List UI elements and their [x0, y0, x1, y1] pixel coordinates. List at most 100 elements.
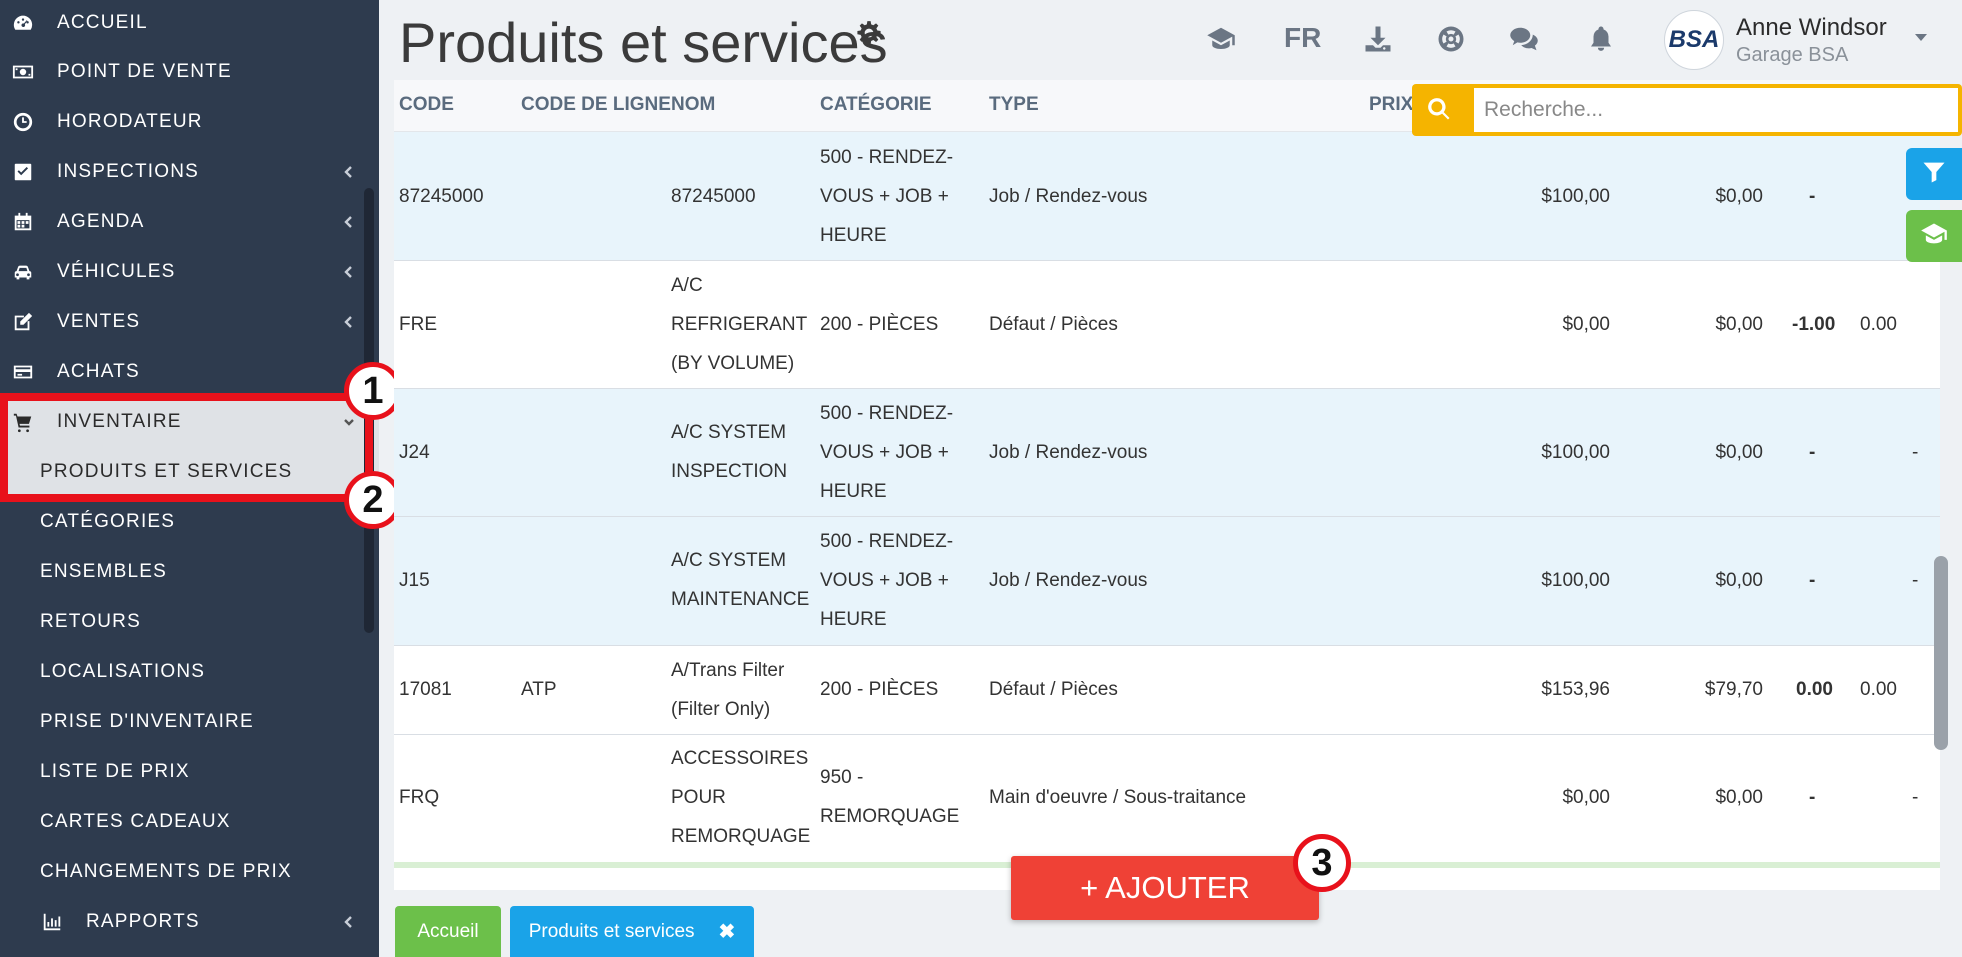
sidebar-subitem-localisations[interactable]: LOCALISATIONS	[0, 647, 379, 697]
calendar-icon	[11, 210, 35, 234]
cell-category-line: HEURE	[820, 609, 887, 630]
sidebar-item-vehicules[interactable]: VÉHICULES	[0, 247, 379, 297]
cell-extra: 0.00	[1860, 679, 1897, 700]
sidebar-item-label: INVENTAIRE	[57, 411, 182, 432]
sidebar-subitem-changements-de-prix[interactable]: CHANGEMENTS DE PRIX	[0, 847, 379, 897]
cell-code: J24	[399, 442, 430, 463]
sidebar-item-label: POINT DE VENTE	[57, 61, 232, 82]
sidebar-item-horodateur[interactable]: HORODATEUR	[0, 97, 379, 147]
sidebar-item-accueil[interactable]: ACCUEIL	[0, 0, 379, 48]
chevron-left-icon	[339, 912, 359, 932]
column-header-name[interactable]: NOM	[671, 94, 715, 116]
table-row[interactable]: FRE A/C REFRIGERANT (BY VOLUME) 200 - PI…	[394, 261, 1940, 389]
lifebuoy-icon[interactable]	[1434, 22, 1468, 56]
sidebar-item-inspections[interactable]: INSPECTIONS	[0, 147, 379, 197]
cell-cost: $0,00	[1715, 787, 1763, 808]
table-row[interactable]: 87245000 87245000 500 - RENDEZ- VOUS + J…	[394, 132, 1940, 261]
cell-name: 87245000	[671, 186, 756, 207]
caret-down-icon[interactable]	[1912, 28, 1930, 46]
column-header-price[interactable]: PRIX	[1369, 94, 1413, 116]
cell-name: A/C REFRIGERANT (BY VOLUME)	[671, 266, 807, 383]
sidebar-subitem-label: ENSEMBLES	[40, 561, 167, 582]
cell-name: A/Trans Filter (Filter Only)	[671, 651, 784, 729]
download-icon[interactable]	[1361, 22, 1395, 56]
avatar[interactable]: BSA	[1664, 10, 1724, 70]
cell-price: $0,00	[1562, 787, 1610, 808]
cell-type: Job / Rendez-vous	[989, 442, 1148, 463]
column-header-type[interactable]: TYPE	[989, 94, 1039, 116]
dashboard-icon	[11, 11, 35, 35]
cell-name-line: ACCESSOIRES	[671, 748, 809, 769]
sidebar-subitem-liste-de-prix[interactable]: LISTE DE PRIX	[0, 747, 379, 797]
help-tutorial-button[interactable]	[1906, 210, 1962, 262]
cell-type: Job / Rendez-vous	[989, 186, 1148, 207]
chevron-left-icon	[339, 212, 359, 232]
sidebar-subitem-categories[interactable]: CATÉGORIES	[0, 497, 379, 547]
column-header-category[interactable]: CATÉGORIE	[820, 94, 932, 116]
sidebar-subitem-produits-et-services[interactable]: PRODUITS ET SERVICES	[0, 447, 379, 497]
bell-icon[interactable]	[1584, 22, 1618, 56]
graduation-cap-icon[interactable]	[1204, 22, 1238, 56]
sidebar-subitem-cartes-cadeaux[interactable]: CARTES CADEAUX	[0, 797, 379, 847]
cell-type: Job / Rendez-vous	[989, 570, 1148, 591]
sidebar-item-label: INSPECTIONS	[57, 161, 199, 182]
sidebar-subitem-label: RETOURS	[40, 611, 141, 632]
sidebar-item-point-de-vente[interactable]: POINT DE VENTE	[0, 47, 379, 97]
cell-name-line: A/C	[671, 275, 703, 296]
cell-quantity: -	[1809, 787, 1816, 808]
sidebar-subitem-label: PRISE D'INVENTAIRE	[40, 711, 254, 732]
cell-quantity: -	[1809, 186, 1816, 207]
column-header-code[interactable]: CODE	[399, 94, 454, 116]
chat-icon[interactable]	[1507, 22, 1541, 56]
sidebar-item-inventaire[interactable]: INVENTAIRE	[0, 397, 379, 447]
cell-cost: $0,00	[1715, 442, 1763, 463]
search-icon[interactable]	[1426, 96, 1454, 124]
column-header-line-code[interactable]: CODE DE LIGNE	[521, 94, 671, 116]
filter-button[interactable]	[1906, 148, 1962, 200]
search-input[interactable]	[1474, 88, 1958, 132]
cell-extra: -	[1912, 442, 1919, 463]
cell-name: A/C SYSTEM MAINTENANCE	[671, 541, 809, 619]
sidebar-item-rapports[interactable]: RAPPORTS	[0, 897, 379, 947]
sidebar-subitem-prise-inventaire[interactable]: PRISE D'INVENTAIRE	[0, 697, 379, 747]
table-scrollbar[interactable]	[1934, 556, 1948, 750]
money-icon	[11, 60, 35, 84]
cell-name-line: MAINTENANCE	[671, 589, 810, 610]
close-icon[interactable]: ✖	[719, 919, 736, 944]
cell-cost: $0,00	[1715, 186, 1763, 207]
cell-category-line: HEURE	[820, 481, 887, 502]
table-row[interactable]: J15 A/C SYSTEM MAINTENANCE 500 - RENDEZ-…	[394, 517, 1940, 646]
add-button[interactable]: + AJOUTER	[1011, 856, 1319, 920]
shopping-cart-icon	[11, 410, 35, 434]
sidebar-item-achats[interactable]: ACHATS	[0, 347, 379, 397]
tab-accueil[interactable]: Accueil	[395, 906, 501, 957]
sidebar-subitem-label: CATÉGORIES	[40, 511, 176, 532]
table-row[interactable]: J24 A/C SYSTEM INSPECTION 500 - RENDEZ- …	[394, 389, 1940, 517]
sidebar-item-label: VENTES	[57, 311, 141, 332]
cell-price: $100,00	[1541, 186, 1610, 207]
tab-produits-et-services[interactable]: Produits et services ✖	[510, 906, 754, 957]
language-selector[interactable]: FR	[1284, 22, 1321, 54]
cell-code: J15	[399, 570, 430, 591]
cell-price: $153,96	[1541, 679, 1610, 700]
cell-cost: $0,00	[1715, 570, 1763, 591]
cell-quantity: -1.00	[1792, 314, 1836, 335]
sidebar-item-label: AGENDA	[57, 211, 145, 232]
sidebar-item-ventes[interactable]: VENTES	[0, 297, 379, 347]
sidebar-subitem-label: LISTE DE PRIX	[40, 761, 190, 782]
search-bar	[1412, 84, 1962, 136]
user-name[interactable]: Anne Windsor	[1736, 14, 1887, 42]
cell-extra: -	[1912, 787, 1919, 808]
table-row[interactable]: FRQ ACCESSOIRES POUR REMORQUAGE 950 - RE…	[394, 735, 1940, 865]
table-row[interactable]: 17081 ATP A/Trans Filter (Filter Only) 2…	[394, 646, 1940, 735]
cell-name: ACCESSOIRES POUR REMORQUAGE	[671, 739, 810, 856]
gear-icon[interactable]	[856, 20, 882, 46]
sidebar-subitem-retours[interactable]: RETOURS	[0, 597, 379, 647]
cell-name-line: A/Trans Filter	[671, 660, 785, 681]
cell-category: 200 - PIÈCES	[820, 679, 939, 700]
cell-extra: -	[1912, 570, 1919, 591]
sidebar-item-label: HORODATEUR	[57, 111, 203, 132]
sidebar-item-agenda[interactable]: AGENDA	[0, 197, 379, 247]
sidebar-subitem-label: PRODUITS ET SERVICES	[40, 461, 293, 482]
sidebar-subitem-ensembles[interactable]: ENSEMBLES	[0, 547, 379, 597]
